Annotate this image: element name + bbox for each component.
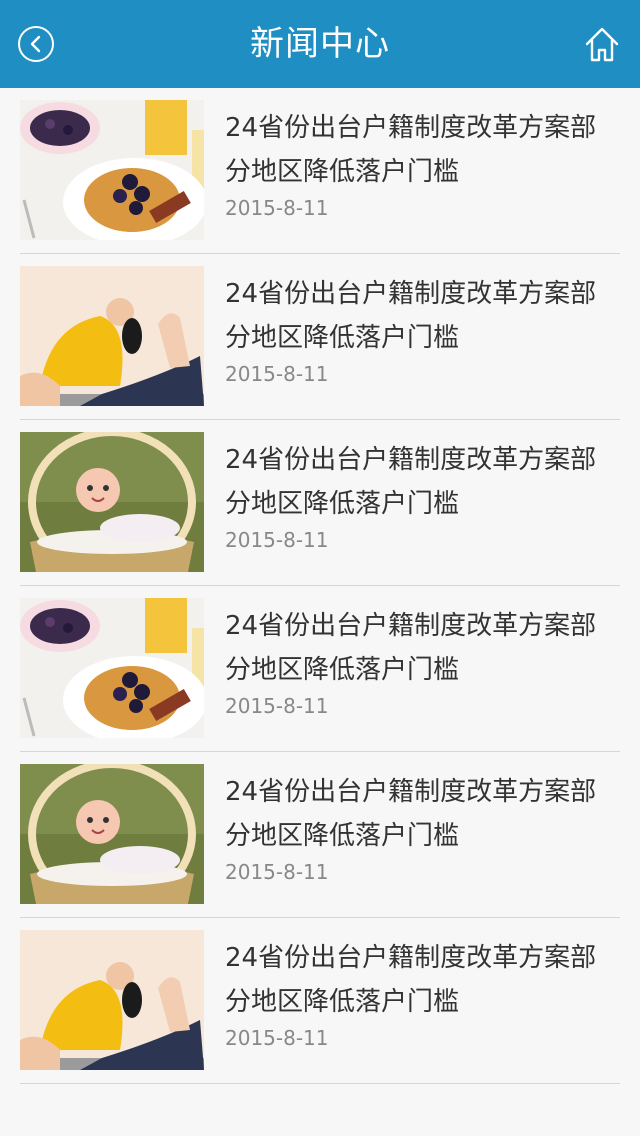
- news-date: 2015-8-11: [225, 196, 329, 220]
- news-item[interactable]: 24省份出台户籍制度改革方案部分地区降低落户门槛 2015-8-11: [20, 88, 620, 254]
- news-thumbnail: [20, 432, 204, 572]
- top-nav-bar: 新闻中心: [0, 0, 640, 88]
- news-thumbnail: [20, 764, 204, 904]
- news-item[interactable]: 24省份出台户籍制度改革方案部分地区降低落户门槛 2015-8-11: [20, 586, 620, 752]
- news-headline: 24省份出台户籍制度改革方案部分地区降低落户门槛: [225, 611, 597, 685]
- page-title: 新闻中心: [250, 24, 390, 64]
- news-thumbnail: [20, 930, 204, 1070]
- news-item[interactable]: 24省份出台户籍制度改革方案部分地区降低落户门槛 2015-8-11: [20, 752, 620, 918]
- news-headline: 24省份出台户籍制度改革方案部分地区降低落户门槛: [225, 943, 597, 1017]
- news-item[interactable]: 24省份出台户籍制度改革方案部分地区降低落户门槛 2015-8-11: [20, 254, 620, 420]
- news-list: 24省份出台户籍制度改革方案部分地区降低落户门槛 2015-8-11 24省份出台…: [0, 88, 640, 1084]
- news-thumbnail: [20, 598, 204, 738]
- news-item[interactable]: 24省份出台户籍制度改革方案部分地区降低落户门槛 2015-8-11: [20, 420, 620, 586]
- news-date: 2015-8-11: [225, 362, 329, 386]
- news-headline: 24省份出台户籍制度改革方案部分地区降低落户门槛: [225, 113, 597, 187]
- home-icon: [585, 27, 619, 62]
- news-date: 2015-8-11: [225, 694, 329, 718]
- news-date: 2015-8-11: [225, 528, 329, 552]
- news-headline: 24省份出台户籍制度改革方案部分地区降低落户门槛: [225, 777, 597, 851]
- home-button[interactable]: [584, 24, 620, 64]
- news-date: 2015-8-11: [225, 860, 329, 884]
- news-item[interactable]: 24省份出台户籍制度改革方案部分地区降低落户门槛 2015-8-11: [20, 918, 620, 1084]
- news-headline: 24省份出台户籍制度改革方案部分地区降低落户门槛: [225, 445, 597, 519]
- news-headline: 24省份出台户籍制度改革方案部分地区降低落户门槛: [225, 279, 597, 353]
- news-thumbnail: [20, 100, 204, 240]
- news-thumbnail: [20, 266, 204, 406]
- news-date: 2015-8-11: [225, 1026, 329, 1050]
